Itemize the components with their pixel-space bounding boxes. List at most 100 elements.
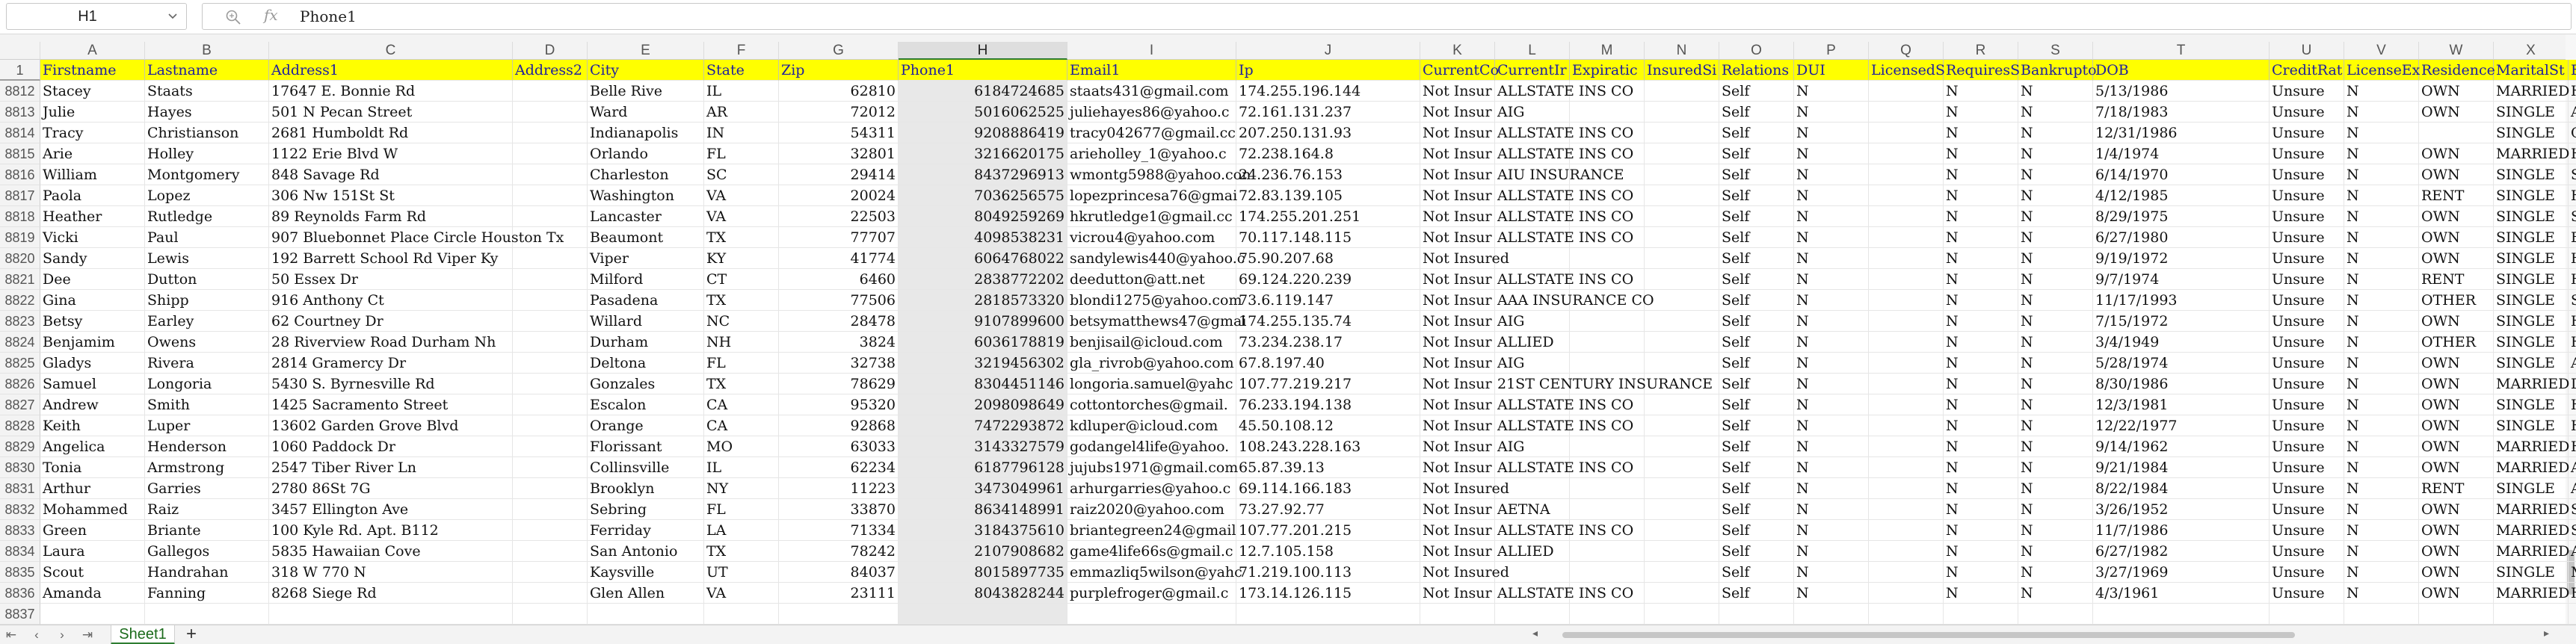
cell-y[interactable]: S: [2569, 290, 2576, 311]
cell-p[interactable]: N: [1794, 143, 1869, 164]
cell-f[interactable]: TX: [704, 290, 779, 311]
cell-q[interactable]: [1869, 185, 1944, 206]
cell-o[interactable]: Self: [1719, 436, 1794, 457]
cell-w[interactable]: OWN: [2419, 227, 2494, 248]
row-number[interactable]: 8819: [0, 227, 40, 248]
cell-y[interactable]: H: [2569, 436, 2576, 457]
cell-s[interactable]: N: [2018, 269, 2093, 290]
cell-b[interactable]: Christianson: [145, 123, 269, 143]
cell-u[interactable]: Unsure: [2270, 311, 2344, 332]
header-cell-f[interactable]: State: [704, 60, 779, 81]
cell-f[interactable]: FL: [704, 143, 779, 164]
row-number[interactable]: 8818: [0, 206, 40, 227]
cell-f[interactable]: FL: [704, 499, 779, 520]
cell-e[interactable]: Washington: [588, 185, 704, 206]
cell-j[interactable]: 67.8.197.40: [1236, 353, 1420, 374]
cell-c[interactable]: 2681 Humboldt Rd: [269, 123, 513, 143]
cell-g[interactable]: 32801: [779, 143, 899, 164]
column-header-f[interactable]: F: [704, 42, 779, 60]
cell-j[interactable]: 73.234.238.17: [1236, 332, 1420, 353]
cell-o[interactable]: Self: [1719, 206, 1794, 227]
cell-x[interactable]: SINGLE: [2494, 415, 2569, 436]
cell-p[interactable]: N: [1794, 436, 1869, 457]
cell-j[interactable]: 73.27.92.77: [1236, 499, 1420, 520]
cell-v[interactable]: N: [2344, 562, 2419, 583]
cell-o[interactable]: Self: [1719, 290, 1794, 311]
cell-s[interactable]: N: [2018, 562, 2093, 583]
cell-s[interactable]: N: [2018, 436, 2093, 457]
row-number[interactable]: 8825: [0, 353, 40, 374]
cell-n[interactable]: [1645, 332, 1719, 353]
cell-s[interactable]: N: [2018, 394, 2093, 415]
cell-h[interactable]: 8049259269: [899, 206, 1067, 227]
cell-a[interactable]: Vicki: [40, 227, 145, 248]
column-header-i[interactable]: I: [1067, 42, 1236, 60]
cell-y[interactable]: H: [2569, 81, 2576, 102]
cell-d[interactable]: [513, 562, 588, 583]
cell-t[interactable]: 1/4/1974: [2093, 143, 2270, 164]
cell-b[interactable]: Shipp: [145, 290, 269, 311]
cell-n[interactable]: [1645, 185, 1719, 206]
cell-c[interactable]: 2547 Tiber River Ln: [269, 457, 513, 478]
cell-c[interactable]: 100 Kyle Rd. Apt. B112: [269, 520, 513, 541]
cell-a[interactable]: Tracy: [40, 123, 145, 143]
cell-y[interactable]: A: [2569, 478, 2576, 499]
cell-l[interactable]: ALLSTATE INS CO: [1495, 81, 1633, 102]
cell-p[interactable]: N: [1794, 562, 1869, 583]
row-number[interactable]: 8829: [0, 436, 40, 457]
cell-r[interactable]: N: [1944, 81, 2018, 102]
cell-l[interactable]: AAA INSURANCE CO: [1495, 290, 1654, 311]
cell-h[interactable]: 7472293872: [899, 415, 1067, 436]
cell-v[interactable]: N: [2344, 457, 2419, 478]
cell-y[interactable]: A: [2569, 353, 2576, 374]
cell-j[interactable]: 72.238.164.8: [1236, 143, 1420, 164]
cell-a[interactable]: William: [40, 164, 145, 185]
cell-u[interactable]: [2270, 604, 2344, 625]
cell-i[interactable]: godangel4life@yahoo.: [1067, 436, 1236, 457]
cell-t[interactable]: 9/7/1974: [2093, 269, 2270, 290]
cell-s[interactable]: N: [2018, 102, 2093, 123]
cell-r[interactable]: N: [1944, 562, 2018, 583]
horizontal-scroll-thumb[interactable]: [1562, 632, 2295, 638]
cell-t[interactable]: 8/30/1986: [2093, 374, 2270, 394]
cell-w[interactable]: RENT: [2419, 478, 2494, 499]
cell-g[interactable]: 11223: [779, 478, 899, 499]
cell-h[interactable]: 6187796128: [899, 457, 1067, 478]
cell-v[interactable]: [2344, 604, 2419, 625]
cell-d[interactable]: [513, 436, 588, 457]
cell-j[interactable]: 174.255.135.74: [1236, 311, 1420, 332]
cell-n[interactable]: [1645, 269, 1719, 290]
cell-u[interactable]: Unsure: [2270, 457, 2344, 478]
cell-q[interactable]: [1869, 394, 1944, 415]
cell-w[interactable]: OWN: [2419, 457, 2494, 478]
header-cell-h[interactable]: Phone1: [899, 60, 1067, 81]
column-header-s[interactable]: S: [2018, 42, 2093, 60]
cell-n[interactable]: [1645, 457, 1719, 478]
cell-q[interactable]: [1869, 81, 1944, 102]
cell-c[interactable]: 50 Essex Dr: [269, 269, 513, 290]
cell-l[interactable]: ALLSTATE INS CO: [1495, 185, 1633, 206]
cell-f[interactable]: CA: [704, 394, 779, 415]
cell-s[interactable]: N: [2018, 457, 2093, 478]
column-header-v[interactable]: V: [2344, 42, 2419, 60]
cell-t[interactable]: 12/3/1981: [2093, 394, 2270, 415]
cell-k[interactable]: Not Insur: [1420, 520, 1495, 541]
cell-s[interactable]: N: [2018, 541, 2093, 562]
cell-d[interactable]: [513, 269, 588, 290]
cell-r[interactable]: N: [1944, 353, 2018, 374]
cell-n[interactable]: [1645, 143, 1719, 164]
cell-t[interactable]: 5/13/1986: [2093, 81, 2270, 102]
cell-i[interactable]: vicrou4@yahoo.com: [1067, 227, 1236, 248]
cell-b[interactable]: Briante: [145, 520, 269, 541]
cell-d[interactable]: [513, 415, 588, 436]
cell-x[interactable]: MARRIED: [2494, 541, 2569, 562]
cell-w[interactable]: OWN: [2419, 436, 2494, 457]
cell-l[interactable]: ALLSTATE INS CO: [1495, 143, 1633, 164]
cell-i[interactable]: wmontg5988@yahoo.con: [1067, 164, 1251, 185]
cell-g[interactable]: 62234: [779, 457, 899, 478]
column-header-d[interactable]: D: [513, 42, 588, 60]
cell-p[interactable]: N: [1794, 541, 1869, 562]
cell-a[interactable]: Benjamim: [40, 332, 145, 353]
cell-s[interactable]: N: [2018, 123, 2093, 143]
cell-r[interactable]: N: [1944, 164, 2018, 185]
